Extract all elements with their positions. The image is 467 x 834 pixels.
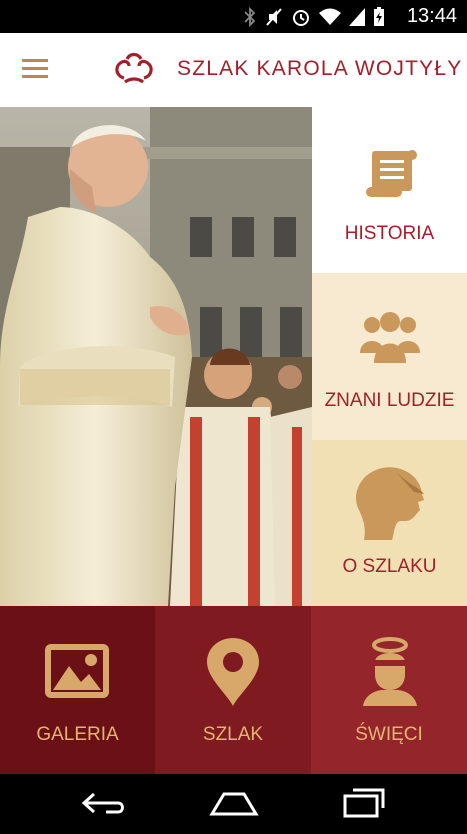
back-icon[interactable] [80, 788, 126, 818]
tile-galeria-label: GALERIA [36, 724, 119, 745]
tile-znani-ludzie-label: ZNANI LUDZIE [324, 390, 455, 411]
battery-charging-icon [374, 7, 384, 26]
hero-photo [0, 107, 312, 606]
tile-o-szlaku[interactable]: O SZLAKU [312, 440, 467, 606]
image-icon [45, 644, 109, 698]
tile-swieci[interactable]: ŚWIĘCI [311, 606, 467, 774]
tile-szlak[interactable]: SZLAK [155, 606, 311, 774]
status-time: 13:44 [406, 5, 457, 27]
tile-o-szlaku-label: O SZLAKU [342, 556, 437, 577]
map-pin-icon [207, 638, 259, 706]
home-icon[interactable] [208, 788, 260, 818]
status-icons [243, 6, 385, 28]
tile-swieci-label: ŚWIĘCI [355, 724, 423, 745]
mute-icon [266, 8, 282, 26]
hamburger-menu-icon[interactable] [22, 59, 48, 79]
alarm-icon [293, 10, 309, 26]
bluetooth-icon [244, 7, 256, 27]
tile-historia[interactable]: HISTORIA [312, 107, 467, 273]
tile-znani-ludzie[interactable]: ZNANI LUDZIE [312, 273, 467, 440]
recents-icon[interactable] [341, 788, 387, 818]
saint-halo-icon [363, 637, 417, 706]
logo-icon [115, 52, 153, 84]
app-title: SZLAK KAROLA WOJTYŁY [177, 57, 463, 80]
status-bar: 13:44 [0, 0, 467, 33]
tile-szlak-label: SZLAK [202, 724, 264, 745]
scroll-icon [366, 150, 417, 197]
app-bar: SZLAK KAROLA WOJTYŁY [0, 33, 467, 107]
profile-head-icon [356, 467, 424, 540]
people-group-icon [360, 312, 420, 363]
system-nav-bar [0, 774, 467, 834]
wifi-icon [319, 8, 341, 25]
tile-historia-label: HISTORIA [344, 223, 435, 244]
tile-galeria[interactable]: GALERIA [0, 606, 155, 774]
signal-icon [349, 8, 365, 26]
